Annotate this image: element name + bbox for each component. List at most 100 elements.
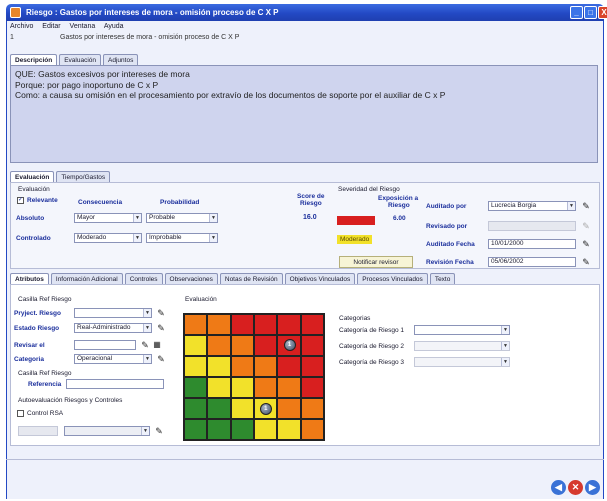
absoluto-probabilidad-select[interactable]: Probable ▼: [146, 213, 218, 223]
estado-select[interactable]: Real-Administrado ▼: [74, 323, 152, 333]
revisar-input[interactable]: [74, 340, 136, 350]
absoluto-consecuencia-value: Mayor: [77, 214, 96, 221]
heatmap-cell: [230, 398, 254, 419]
tab-atributos[interactable]: Atributos: [10, 273, 49, 284]
heatmap-cell: [254, 335, 278, 356]
risk-marker[interactable]: 1: [259, 403, 272, 415]
categoria-label: Categoria: [14, 356, 44, 363]
risk-marker[interactable]: 1: [283, 339, 296, 351]
heatmap-cell: [300, 335, 324, 356]
heatmap-cell: [230, 419, 254, 440]
notificar-revisor-button[interactable]: Notificar revisor: [339, 256, 413, 268]
severity-high-badge: Extremo: [337, 216, 375, 225]
controlado-consecuencia-select[interactable]: Moderado ▼: [74, 233, 142, 243]
auditado-por-select[interactable]: Lucrecia Borgia ▼: [488, 201, 576, 211]
tab-evaluacion-panel[interactable]: Evaluación: [10, 171, 55, 182]
tab-informacion-adicional[interactable]: Información Adicional: [50, 273, 123, 284]
description-como: Como: a causa su omisión en el procesami…: [15, 90, 446, 100]
tab-observaciones[interactable]: Observaciones: [164, 273, 218, 284]
edit-pencil-icon[interactable]: ✎: [140, 340, 150, 350]
auditado-por-value: Lucrecia Borgia: [491, 202, 537, 209]
edit-pencil-icon[interactable]: ✎: [581, 239, 591, 249]
edit-pencil-icon[interactable]: ✎: [156, 323, 166, 333]
chevron-down-icon: ▼: [501, 326, 509, 334]
menu-ventana[interactable]: Ventana: [70, 23, 96, 30]
cancel-button[interactable]: ✕: [568, 480, 583, 495]
chevron-down-icon: ▼: [143, 309, 151, 317]
heatmap-cell: [184, 419, 208, 440]
description-textarea[interactable]: QUE: Gastos excesivos por intereses de m…: [10, 65, 598, 163]
revisar-label: Revisar el: [14, 342, 45, 349]
attribute-tabs: Atributos Información Adicional Controle…: [10, 273, 456, 284]
proyecto-select[interactable]: ▼: [74, 308, 152, 318]
heatmap-cell: [207, 419, 231, 440]
edit-pencil-icon[interactable]: ✎: [581, 257, 591, 267]
cat3-label: Categoría de Riesgo 3: [339, 359, 405, 366]
minimize-button[interactable]: _: [570, 6, 583, 19]
tab-objetivos-vinculados[interactable]: Objetivos Vinculados: [284, 273, 356, 284]
calendar-icon[interactable]: ▦: [152, 340, 162, 350]
tab-controles[interactable]: Controles: [124, 273, 163, 284]
heatmap-cell: [207, 377, 231, 398]
chevron-down-icon: ▼: [209, 214, 217, 222]
absoluto-consecuencia-select[interactable]: Mayor ▼: [74, 213, 142, 223]
chevron-down-icon: ▼: [141, 427, 149, 435]
revision-fecha-label: Revisión Fecha: [426, 259, 474, 266]
exposicion-label-1: Exposición a: [378, 195, 419, 202]
cat3-select[interactable]: ▼: [414, 357, 510, 367]
menu-archivo[interactable]: Archivo: [10, 23, 33, 30]
maximize-button[interactable]: □: [584, 6, 597, 19]
categoria-select[interactable]: Operacional ▼: [74, 354, 152, 364]
menu-editar[interactable]: Editar: [42, 23, 60, 30]
heatmap-cell: [184, 356, 208, 377]
rsa-select[interactable]: ▼: [64, 426, 150, 436]
tab-tiempo-gastos[interactable]: Tiempo/Gastos: [56, 171, 111, 182]
edit-pencil-icon[interactable]: ✎: [581, 221, 591, 231]
chevron-down-icon: ▼: [501, 358, 509, 366]
revisado-por-select[interactable]: [488, 221, 576, 231]
controlado-probabilidad-select[interactable]: Improbable ▼: [146, 233, 218, 243]
tab-texto[interactable]: Texto: [429, 273, 456, 284]
score-label-2: Riesgo: [300, 200, 322, 207]
edit-pencil-icon[interactable]: ✎: [154, 426, 164, 436]
absoluto-probabilidad-value: Probable: [149, 214, 176, 221]
chevron-down-icon: ▼: [567, 202, 575, 210]
menu-ayuda[interactable]: Ayuda: [104, 23, 124, 30]
tab-adjuntos[interactable]: Adjuntos: [103, 54, 139, 65]
heatmap-cell: [277, 398, 301, 419]
cat2-select[interactable]: ▼: [414, 341, 510, 351]
tab-notas-revision[interactable]: Notas de Revisión: [219, 273, 283, 284]
autoevaluacion-label: Autoevaluación Riesgos y Controles: [18, 397, 123, 404]
forward-button[interactable]: ▶: [585, 480, 600, 495]
heatmap-cell: [300, 314, 324, 335]
title-bar: Riesgo : Gastos por intereses de mora - …: [6, 4, 607, 21]
control-rsa-checkbox[interactable]: [17, 410, 24, 417]
tab-descripcion[interactable]: Descripción: [10, 54, 58, 65]
edit-pencil-icon[interactable]: ✎: [581, 201, 591, 211]
rsa-disabled-field: [18, 426, 58, 436]
controlado-consecuencia-value: Moderado: [77, 234, 107, 241]
controlado-probabilidad-value: Improbable: [149, 234, 182, 241]
estado-label: Estado Riesgo: [14, 325, 60, 332]
tab-evaluacion[interactable]: Evaluación: [59, 54, 102, 65]
description-porque: Porque: por pago inoportuno de C x P: [15, 79, 159, 90]
edit-pencil-icon[interactable]: ✎: [156, 308, 166, 318]
record-name: Gastos por intereses de mora - omisión p…: [60, 34, 240, 41]
referencia-input[interactable]: [66, 379, 164, 389]
close-button[interactable]: X: [598, 6, 607, 19]
auditado-fecha-input[interactable]: 10/01/2000: [488, 239, 576, 249]
relevante-checkbox[interactable]: ✓: [17, 197, 24, 204]
bottom-divider: [6, 459, 604, 460]
heatmap-cell: [277, 356, 301, 377]
severidad-label: Severidad del Riesgo: [338, 186, 400, 193]
cat1-select[interactable]: ▼: [414, 325, 510, 335]
categorias-label: Categorias: [339, 315, 371, 322]
relevante-label: Relevante: [27, 197, 58, 204]
heatmap-cell: [230, 356, 254, 377]
back-button[interactable]: ◀: [551, 480, 566, 495]
edit-pencil-icon[interactable]: ✎: [156, 354, 166, 364]
revision-fecha-input[interactable]: 05/06/2002: [488, 257, 576, 267]
tab-procesos-vinculados[interactable]: Procesos Vinculados: [357, 273, 428, 284]
heatmap-cell: [230, 314, 254, 335]
heatmap-cell: [230, 335, 254, 356]
